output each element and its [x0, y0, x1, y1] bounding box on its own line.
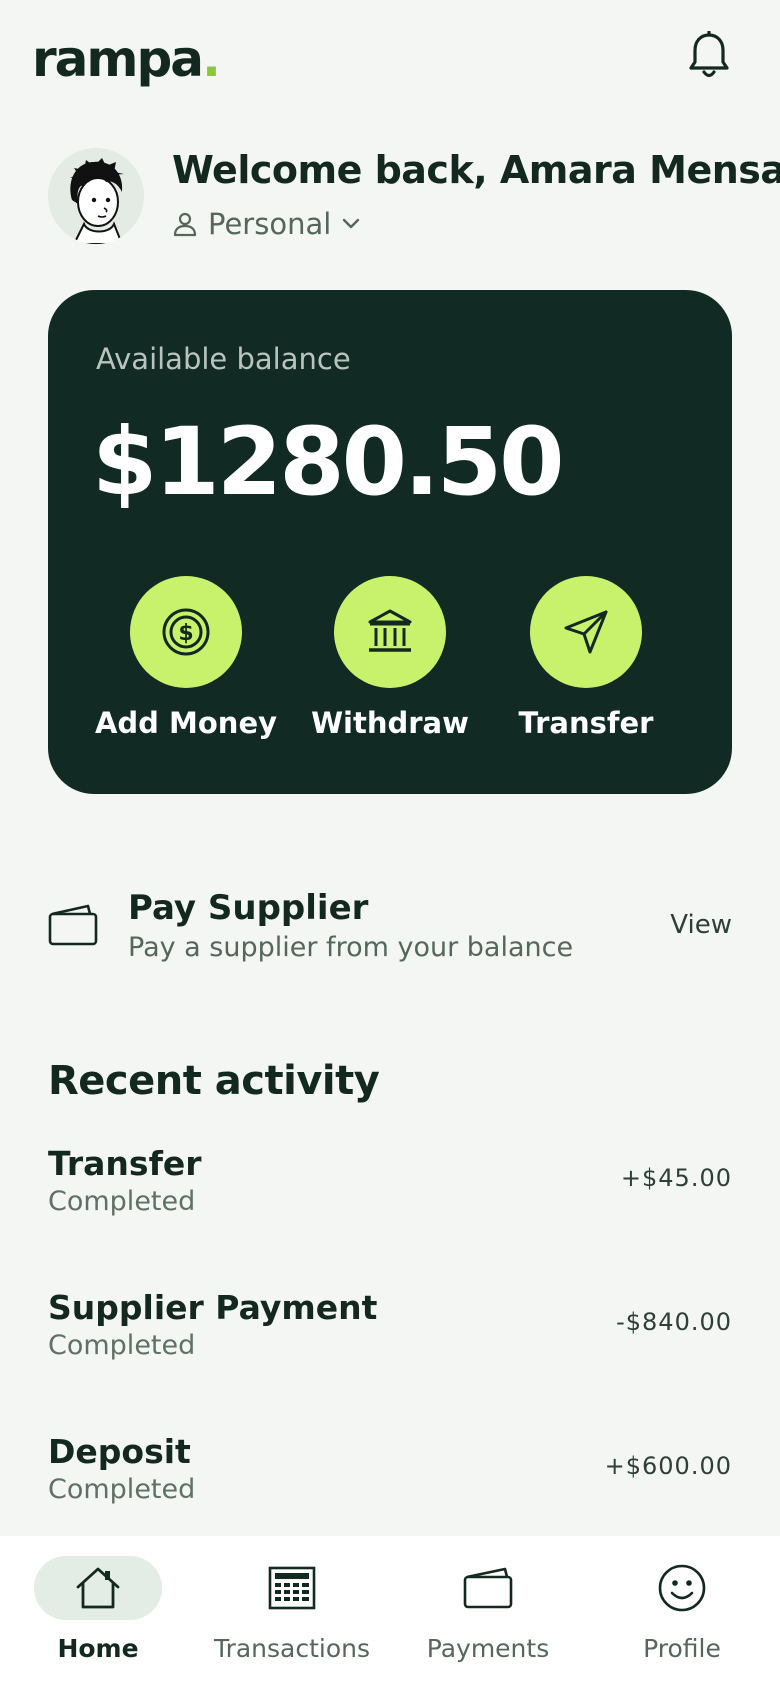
activity-row[interactable]: Transfer Completed +$45.00	[48, 1136, 732, 1236]
activity-amount: +$45.00	[620, 1164, 732, 1192]
tab-home-label: Home	[57, 1634, 139, 1663]
activity-name: Transfer	[48, 1144, 202, 1183]
add-money-label: Add Money	[94, 706, 278, 740]
smiley-icon	[658, 1564, 706, 1612]
activity-name: Deposit	[48, 1432, 191, 1471]
tab-transactions[interactable]: Transactions	[194, 1556, 390, 1676]
balance-card: Available balance $1280.50 $ Add Money W…	[48, 290, 732, 794]
activity-row[interactable]: Supplier Payment Completed -$840.00	[48, 1280, 732, 1380]
svg-text:$: $	[178, 621, 193, 646]
person-icon	[173, 212, 197, 237]
add-money-button[interactable]: $ Add Money	[95, 576, 277, 756]
bank-icon	[368, 609, 412, 652]
tab-profile[interactable]: Profile	[584, 1556, 780, 1676]
calculator-icon	[268, 1566, 316, 1610]
transfer-button[interactable]: Transfer	[496, 576, 676, 756]
activity-name: Supplier Payment	[48, 1288, 378, 1327]
cartoon-avatar-image	[70, 158, 124, 244]
wallet-icon	[48, 904, 98, 946]
pay-supplier-view-link[interactable]: View	[670, 910, 732, 940]
send-icon	[564, 610, 608, 654]
activity-status: Completed	[48, 1330, 196, 1361]
pay-supplier-row[interactable]: Pay Supplier Pay a supplier from your ba…	[48, 880, 732, 990]
tab-transactions-label: Transactions	[213, 1634, 371, 1663]
tab-home-pill[interactable]	[34, 1556, 162, 1620]
account-type-label: Personal	[208, 207, 332, 241]
rampa-logo[interactable]: rampa.	[32, 30, 221, 88]
chevron-down-icon	[343, 218, 360, 229]
welcome-heading: Welcome back, Amara Mensah	[172, 148, 780, 192]
bottom-tab-bar: Home Transactions Payments Profile	[0, 1536, 780, 1688]
tab-payments-label: Payments	[426, 1634, 550, 1663]
balance-label: Available balance	[96, 342, 351, 376]
transfer-circle[interactable]	[530, 576, 642, 688]
add-money-circle[interactable]: $	[130, 576, 242, 688]
bell-icon	[689, 31, 729, 78]
notifications-button[interactable]	[684, 28, 734, 84]
app-header: rampa.	[0, 0, 780, 120]
tab-profile-pill[interactable]	[618, 1556, 746, 1620]
activity-amount: +$600.00	[604, 1452, 732, 1480]
dollar-coin-icon: $	[162, 608, 210, 656]
user-greeting: Welcome back, Amara Mensah Personal	[48, 148, 780, 248]
pay-supplier-subtitle: Pay a supplier from your balance	[128, 932, 574, 963]
pay-supplier-title: Pay Supplier	[128, 888, 369, 928]
withdraw-label: Withdraw	[311, 706, 469, 740]
activity-status: Completed	[48, 1186, 196, 1217]
tab-payments[interactable]: Payments	[390, 1556, 586, 1676]
tab-payments-pill[interactable]	[424, 1556, 552, 1620]
activity-status: Completed	[48, 1474, 196, 1505]
activity-row[interactable]: Deposit Completed +$600.00	[48, 1424, 732, 1524]
withdraw-button[interactable]: Withdraw	[300, 576, 480, 756]
wallet-icon	[463, 1567, 513, 1609]
transfer-label: Transfer	[518, 706, 654, 740]
balance-amount: $1280.50	[92, 408, 565, 517]
tab-profile-label: Profile	[643, 1634, 721, 1663]
tab-transactions-pill[interactable]	[228, 1556, 356, 1620]
withdraw-circle[interactable]	[334, 576, 446, 688]
home-icon	[76, 1567, 120, 1609]
account-type-dropdown[interactable]: Personal	[172, 204, 361, 244]
recent-activity-heading: Recent activity	[48, 1058, 380, 1104]
activity-amount: -$840.00	[616, 1308, 732, 1336]
tab-home[interactable]: Home	[0, 1556, 196, 1676]
avatar[interactable]	[48, 148, 144, 244]
